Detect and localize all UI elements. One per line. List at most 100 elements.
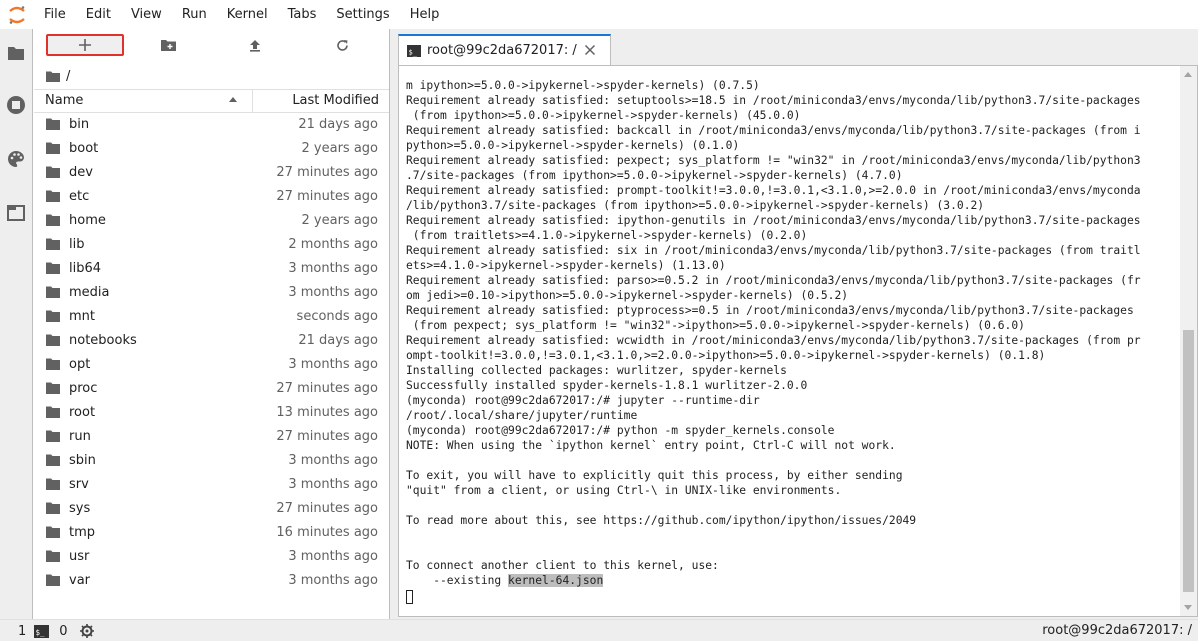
stop-circle-icon bbox=[7, 96, 25, 114]
file-row[interactable]: notebooks 21 days ago bbox=[34, 329, 389, 353]
terminal-line: "quit" from a client, or using Ctrl-\ in… bbox=[406, 484, 842, 497]
menu-file[interactable]: File bbox=[34, 0, 76, 29]
folder-icon bbox=[46, 238, 60, 250]
folder-icon bbox=[46, 214, 60, 226]
refresh-button[interactable] bbox=[298, 29, 386, 61]
terminal-line: Requirement already satisfied: prompt-to… bbox=[406, 184, 1141, 197]
folder-icon bbox=[46, 262, 60, 274]
commands-tab-button[interactable] bbox=[0, 143, 32, 175]
kernel-gear-icon[interactable] bbox=[79, 624, 94, 638]
folder-icon bbox=[46, 166, 60, 178]
terminal-output[interactable]: m ipython>=5.0.0->ipykernel->spyder-kern… bbox=[406, 78, 1166, 605]
terminal-line: Requirement already satisfied: pexpect; … bbox=[406, 154, 1141, 167]
file-row[interactable]: run 27 minutes ago bbox=[34, 425, 389, 449]
terminal-line: Requirement already satisfied: setuptool… bbox=[406, 94, 1141, 107]
status-terminal-name: root@99c2da672017: / bbox=[1042, 623, 1192, 638]
folder-icon bbox=[46, 310, 60, 322]
file-row[interactable]: lib 2 months ago bbox=[34, 233, 389, 257]
terminal-line: Successfully installed spyder-kernels-1.… bbox=[406, 379, 808, 392]
file-row[interactable]: sys 27 minutes ago bbox=[34, 497, 389, 521]
folder-icon bbox=[46, 478, 60, 490]
name-column-header[interactable]: Name bbox=[34, 90, 253, 112]
file-list-header: Name Last Modified bbox=[34, 89, 389, 113]
open-tabs-tab-button[interactable] bbox=[0, 197, 32, 229]
file-name: lib bbox=[69, 237, 85, 252]
menu-run[interactable]: Run bbox=[172, 0, 217, 29]
terminal-cursor bbox=[406, 590, 413, 604]
upload-icon bbox=[250, 39, 260, 52]
file-row[interactable]: tmp 16 minutes ago bbox=[34, 521, 389, 545]
tab-bar: $_ root@99c2da672017: / bbox=[390, 29, 1198, 65]
file-modified: 2 months ago bbox=[288, 237, 378, 252]
terminal-line: Requirement already satisfied: wcwidth i… bbox=[406, 334, 1141, 347]
file-modified: 3 months ago bbox=[288, 261, 378, 276]
status-terminals[interactable]: $_ 0 bbox=[34, 624, 68, 639]
breadcrumb-root[interactable]: / bbox=[66, 69, 70, 84]
file-modified: 13 minutes ago bbox=[276, 405, 378, 420]
terminal-scrollbar[interactable] bbox=[1180, 66, 1197, 616]
scroll-up-arrow-icon[interactable] bbox=[1184, 72, 1192, 77]
folder-icon bbox=[46, 358, 60, 370]
new-launcher-button[interactable] bbox=[46, 34, 124, 56]
file-name: sbin bbox=[69, 453, 96, 468]
file-modified: 27 minutes ago bbox=[276, 381, 378, 396]
file-row[interactable]: etc 27 minutes ago bbox=[34, 185, 389, 209]
terminal-line: /root/.local/share/jupyter/runtime bbox=[406, 409, 638, 422]
upload-button[interactable] bbox=[211, 29, 299, 61]
file-modified: 2 years ago bbox=[301, 213, 378, 228]
file-row[interactable]: bin 21 days ago bbox=[34, 113, 389, 137]
terminal-line: python>=5.0.0->ipykernel->spyder-kernels… bbox=[406, 139, 740, 152]
sort-ascending-icon bbox=[229, 97, 237, 102]
file-row[interactable]: proc 27 minutes ago bbox=[34, 377, 389, 401]
file-row[interactable]: dev 27 minutes ago bbox=[34, 161, 389, 185]
file-row[interactable]: boot 2 years ago bbox=[34, 137, 389, 161]
plus-icon bbox=[79, 39, 91, 51]
file-name: dev bbox=[69, 165, 93, 180]
file-row[interactable]: home 2 years ago bbox=[34, 209, 389, 233]
file-row[interactable]: root 13 minutes ago bbox=[34, 401, 389, 425]
menu-edit[interactable]: Edit bbox=[76, 0, 121, 29]
file-row[interactable]: srv 3 months ago bbox=[34, 473, 389, 497]
menu-help[interactable]: Help bbox=[400, 0, 450, 29]
terminal-icon: $_ bbox=[34, 624, 50, 638]
file-modified: 3 months ago bbox=[288, 357, 378, 372]
file-row[interactable]: var 3 months ago bbox=[34, 569, 389, 593]
file-modified: 3 months ago bbox=[288, 453, 378, 468]
folder-icon[interactable] bbox=[46, 71, 60, 82]
status-mode-count[interactable]: 1 bbox=[18, 624, 26, 639]
new-folder-icon bbox=[160, 40, 176, 51]
running-sessions-tab-button[interactable] bbox=[0, 89, 32, 121]
file-row[interactable]: media 3 months ago bbox=[34, 281, 389, 305]
terminal-line: (from pexpect; sys_platform != "win32"->… bbox=[406, 319, 1025, 332]
file-modified: 16 minutes ago bbox=[276, 525, 378, 540]
file-modified: 27 minutes ago bbox=[276, 189, 378, 204]
last-modified-column-header[interactable]: Last Modified bbox=[253, 90, 389, 112]
terminal-panel[interactable]: m ipython>=5.0.0->ipykernel->spyder-kern… bbox=[398, 65, 1198, 617]
terminal-line: Requirement already satisfied: six in /r… bbox=[406, 244, 1141, 257]
file-modified: 3 months ago bbox=[288, 285, 378, 300]
file-browser-tab-button[interactable] bbox=[0, 37, 32, 69]
folder-icon bbox=[46, 502, 60, 514]
file-row[interactable]: opt 3 months ago bbox=[34, 353, 389, 377]
file-row[interactable]: lib64 3 months ago bbox=[34, 257, 389, 281]
file-row[interactable]: usr 3 months ago bbox=[34, 545, 389, 569]
menu-settings[interactable]: Settings bbox=[326, 0, 399, 29]
folder-icon bbox=[46, 382, 60, 394]
file-modified: 2 years ago bbox=[301, 141, 378, 156]
scroll-down-arrow-icon[interactable] bbox=[1184, 605, 1192, 610]
folder-icon bbox=[46, 454, 60, 466]
new-folder-button[interactable] bbox=[124, 29, 212, 61]
scrollbar-thumb[interactable] bbox=[1183, 330, 1194, 592]
file-name: sys bbox=[69, 501, 91, 516]
file-row[interactable]: sbin 3 months ago bbox=[34, 449, 389, 473]
menu-kernel[interactable]: Kernel bbox=[217, 0, 278, 29]
tab-terminal[interactable]: $_ root@99c2da672017: / bbox=[398, 34, 611, 65]
jupyter-logo-icon bbox=[0, 0, 34, 29]
close-icon[interactable] bbox=[582, 42, 598, 58]
file-row[interactable]: mnt seconds ago bbox=[34, 305, 389, 329]
folder-icon bbox=[46, 142, 60, 154]
terminal-line: /lib/python3.7/site-packages (from ipyth… bbox=[406, 199, 985, 212]
menu-tabs[interactable]: Tabs bbox=[278, 0, 327, 29]
menu-view[interactable]: View bbox=[121, 0, 172, 29]
